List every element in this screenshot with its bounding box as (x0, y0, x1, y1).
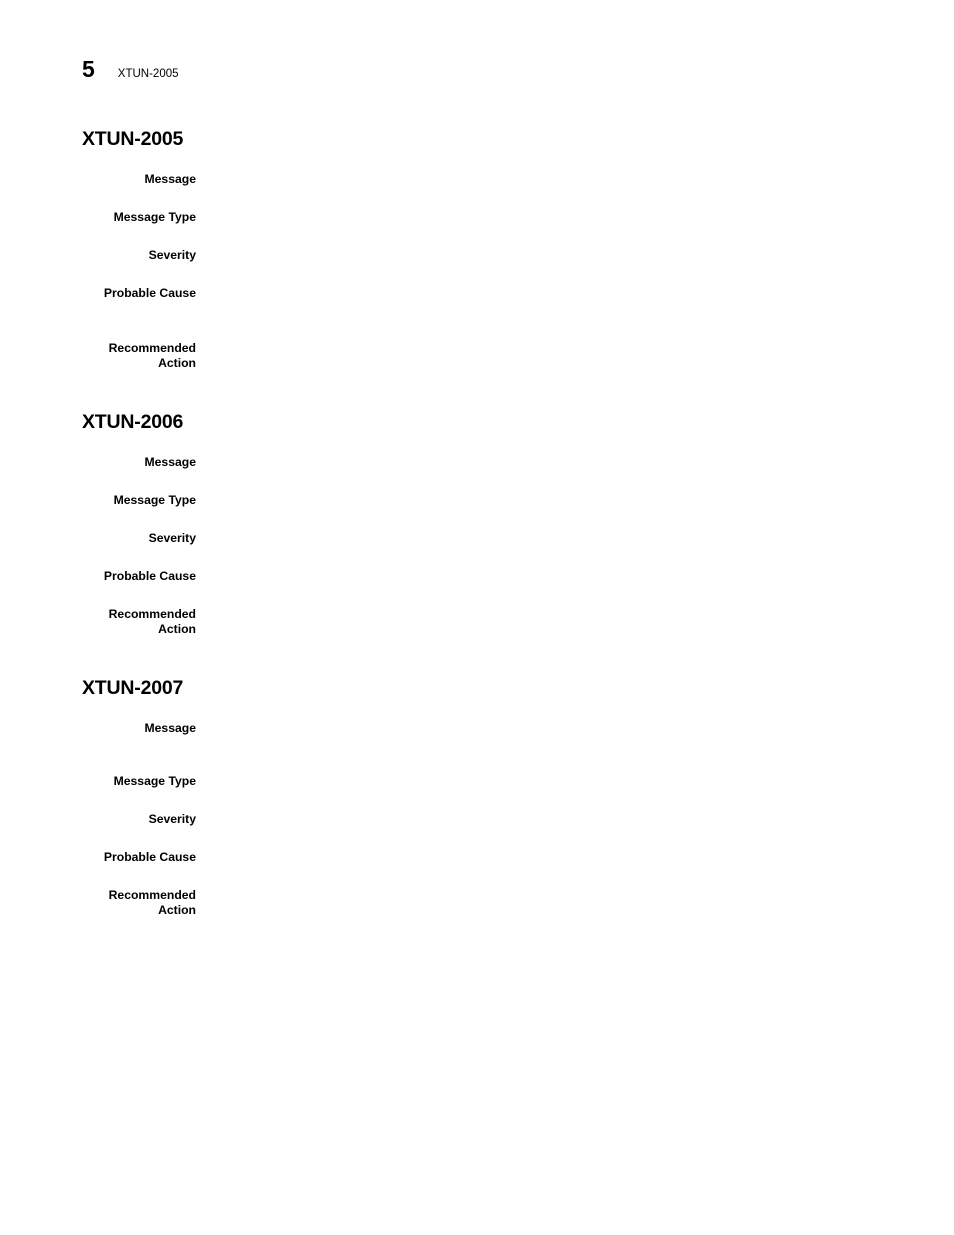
field-list: Message Message Type Severity Probable C… (82, 455, 882, 637)
field-label: Message (144, 455, 197, 469)
field-row-probable-cause: Probable Cause (82, 286, 882, 301)
document-body: XTUN-2005 Message Message Type Severity (82, 128, 882, 918)
field-value (196, 607, 882, 622)
field-row-message-type: Message Type (82, 774, 882, 789)
field-list: Message Message Type Severity Probable C… (82, 721, 882, 918)
field-label: Message (144, 721, 197, 735)
field-label: Message Type (113, 493, 196, 507)
field-value (196, 812, 882, 827)
field-label: Recommended Action (108, 341, 196, 370)
section-heading: XTUN-2006 (82, 411, 184, 433)
running-header-title: XTUN-2005 (117, 68, 179, 80)
field-value (196, 888, 882, 903)
field-row-severity: Severity (82, 248, 882, 263)
field-label: Message (144, 172, 197, 186)
running-header: 5 XTUN-2005 (82, 58, 179, 88)
field-value (196, 850, 882, 865)
field-list: Message Message Type Severity Probable C… (82, 172, 882, 371)
section-xtun-2006: XTUN-2006 Message Message Type Severity (82, 411, 882, 637)
section-heading: XTUN-2007 (82, 677, 184, 699)
field-label: Recommended Action (108, 888, 196, 917)
field-row-message-type: Message Type (82, 493, 882, 508)
field-row-recommended-action: Recommended Action (82, 888, 882, 918)
field-row-probable-cause: Probable Cause (82, 569, 882, 584)
field-value (196, 455, 882, 470)
field-value (196, 286, 882, 301)
field-value (196, 774, 882, 789)
field-value (196, 721, 882, 736)
field-value (196, 248, 882, 263)
field-value (196, 531, 882, 546)
field-row-message-type: Message Type (82, 210, 882, 225)
field-row-recommended-action: Recommended Action (82, 341, 882, 371)
field-row-message: Message (82, 172, 882, 187)
field-row-message: Message (82, 721, 882, 736)
field-value (196, 569, 882, 584)
section-xtun-2005: XTUN-2005 Message Message Type Severity (82, 128, 882, 371)
section-xtun-2007: XTUN-2007 Message Message Type Severity (82, 677, 882, 918)
field-value (196, 172, 882, 187)
field-row-recommended-action: Recommended Action (82, 607, 882, 637)
field-label: Recommended Action (108, 607, 196, 636)
page-number: 5 (82, 56, 95, 82)
field-label: Probable Cause (103, 286, 196, 300)
field-row-severity: Severity (82, 531, 882, 546)
field-value (196, 341, 882, 356)
field-value (196, 493, 882, 508)
field-label: Severity (148, 248, 196, 262)
field-row-probable-cause: Probable Cause (82, 850, 882, 865)
field-label: Probable Cause (103, 569, 196, 583)
field-label: Severity (148, 531, 196, 545)
field-label: Message Type (113, 210, 196, 224)
document-page: 5 XTUN-2005 XTUN-2005 Message Message Ty… (0, 0, 954, 1235)
field-value (196, 210, 882, 225)
field-label: Probable Cause (103, 850, 196, 864)
field-label: Message Type (113, 774, 196, 788)
field-label: Severity (148, 812, 196, 826)
section-heading: XTUN-2005 (82, 128, 184, 150)
field-row-severity: Severity (82, 812, 882, 827)
field-row-message: Message (82, 455, 882, 470)
